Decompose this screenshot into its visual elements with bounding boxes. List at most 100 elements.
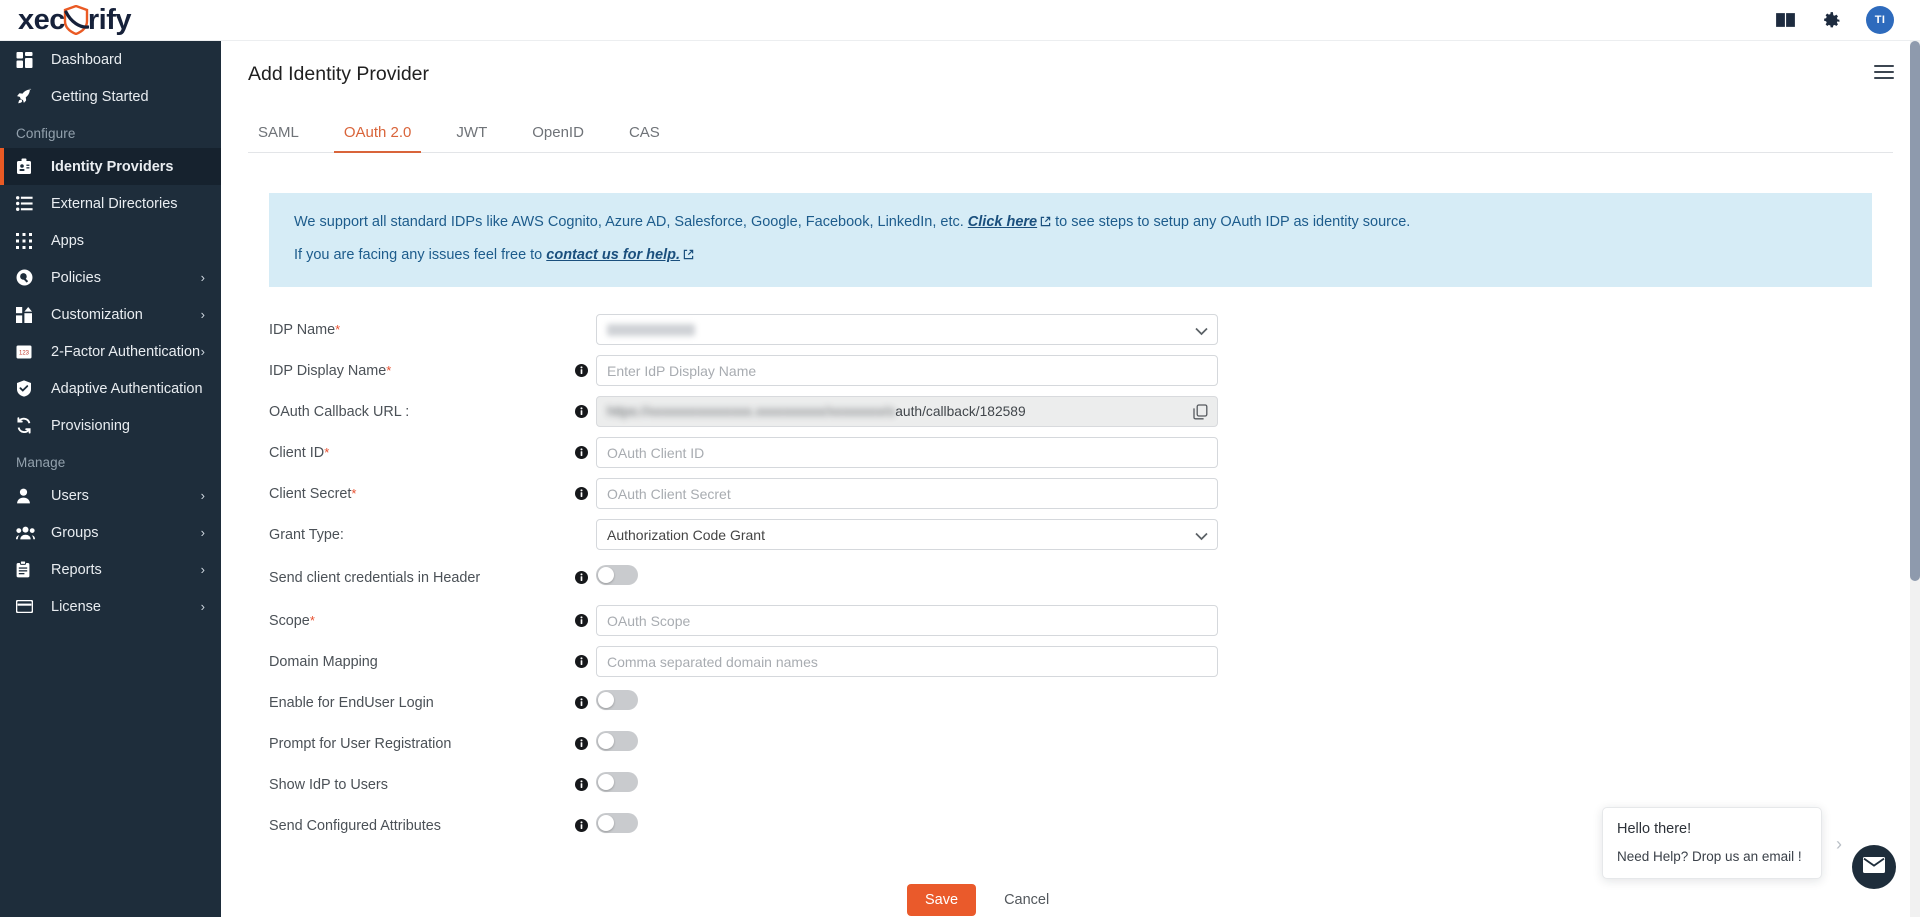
brand-logo[interactable]: xec rify [0, 0, 221, 41]
sidebar-item-label: Getting Started [51, 88, 149, 105]
info-icon[interactable] [566, 364, 596, 378]
sidebar-item-label: Reports [51, 561, 102, 578]
info-icon[interactable] [566, 487, 596, 501]
label-domain-mapping: Domain Mapping [221, 654, 566, 670]
info-icon[interactable] [566, 655, 596, 669]
chevron-right-icon: › [200, 599, 205, 614]
send-client-credentials-toggle[interactable] [596, 565, 638, 586]
sidebar-item-getting-started[interactable]: Getting Started [0, 78, 221, 115]
external-link-icon [683, 249, 694, 260]
info-icon[interactable] [566, 405, 596, 419]
label-text: Client Secret [269, 485, 352, 502]
card-icon [16, 598, 38, 616]
chevron-right-icon: › [200, 488, 205, 503]
save-button[interactable]: Save [907, 884, 977, 917]
tab-saml[interactable]: SAML [248, 124, 309, 152]
label-text: Send Configured Attributes [269, 817, 441, 834]
chevron-right-icon: › [200, 270, 205, 285]
sidebar-item-identity-providers[interactable]: Identity Providers [0, 148, 221, 185]
required-marker: * [309, 612, 315, 628]
chat-greeting-text: Hello there! [1617, 821, 1692, 837]
control-domain-mapping [596, 646, 1218, 678]
sidebar-item-license[interactable]: License › [0, 588, 221, 625]
send-configured-attributes-toggle[interactable] [596, 813, 638, 834]
numpad-icon: 123 [16, 343, 38, 361]
field-row-domain-mapping: Domain Mapping [221, 641, 1920, 682]
page-header: Add Identity Provider [221, 41, 1920, 107]
client-secret-input[interactable] [596, 478, 1218, 510]
top-bar: xec rify TI [0, 0, 1920, 41]
field-row-enable-enduser-login: Enable for EndUser Login [221, 682, 1920, 723]
id-badge-icon [16, 158, 38, 176]
avatar[interactable]: TI [1866, 6, 1894, 34]
tab-cas[interactable]: CAS [619, 124, 670, 152]
info-icon[interactable] [566, 446, 596, 460]
shield-check-icon [16, 380, 38, 398]
field-row-callback-url: OAuth Callback URL : https://xxxxxxxxxxx… [221, 391, 1920, 432]
show-idp-to-users-toggle[interactable] [596, 772, 638, 793]
client-id-input[interactable] [596, 437, 1218, 469]
sidebar-item-provisioning[interactable]: Provisioning [0, 407, 221, 444]
info-icon[interactable] [566, 819, 596, 833]
sidebar-item-2fa[interactable]: 123 2-Factor Authentication › [0, 333, 221, 370]
sidebar-item-policies[interactable]: Policies › [0, 259, 221, 296]
info-icon[interactable] [566, 571, 596, 585]
top-bar-actions: TI [1774, 6, 1920, 34]
copy-icon[interactable] [1193, 404, 1208, 425]
sidebar-item-label: External Directories [51, 195, 178, 212]
control-show-idp-to-users [596, 772, 1218, 797]
field-row-send-client-credentials: Send client credentials in Header [221, 555, 1920, 600]
enable-enduser-login-toggle[interactable] [596, 690, 638, 711]
prompt-user-registration-toggle[interactable] [596, 731, 638, 752]
sidebar-item-dashboard[interactable]: Dashboard [0, 41, 221, 78]
chat-greeting-bubble[interactable]: Hello there! Need Help? Drop us an email… [1602, 807, 1822, 879]
field-row-show-idp-to-users: Show IdP to Users [221, 764, 1920, 805]
info-icon[interactable] [566, 778, 596, 792]
banner-line-1-before: We support all standard IDPs like AWS Co… [294, 214, 964, 230]
shield-logo-icon [63, 5, 89, 35]
idp-display-name-input[interactable] [596, 355, 1218, 387]
label-idp-display-name: IDP Display Name* [221, 363, 566, 379]
sidebar-item-customization[interactable]: Customization › [0, 296, 221, 333]
label-client-id: Client ID* [221, 445, 566, 461]
page-scrollbar[interactable] [1910, 41, 1920, 917]
field-row-grant-type: Grant Type: Authorization Code Grant [221, 514, 1920, 555]
label-text: Show IdP to Users [269, 776, 388, 793]
cancel-button[interactable]: Cancel [998, 891, 1055, 909]
domain-mapping-input[interactable] [596, 646, 1218, 678]
scope-input[interactable] [596, 605, 1218, 637]
control-send-client-credentials [596, 565, 1218, 590]
label-text: IDP Display Name [269, 362, 387, 379]
sidebar-item-label: Identity Providers [51, 158, 174, 175]
sidebar-item-users[interactable]: Users › [0, 477, 221, 514]
callback-url-readonly[interactable]: https://xxxxxxxxxxxxxxx.xxxxxxxxxx/xxxxx… [596, 396, 1218, 428]
field-row-client-secret: Client Secret* [221, 473, 1920, 514]
info-banner: We support all standard IDPs like AWS Co… [269, 193, 1872, 288]
idp-name-select[interactable] [596, 314, 1218, 346]
clipboard-icon [16, 561, 38, 579]
sidebar-item-label: License [51, 598, 101, 615]
sidebar-item-apps[interactable]: Apps [0, 222, 221, 259]
sidebar-item-external-directories[interactable]: External Directories [0, 185, 221, 222]
book-icon[interactable] [1774, 8, 1798, 32]
external-link-icon [1040, 216, 1051, 227]
tab-openid[interactable]: OpenID [522, 124, 594, 152]
gear-icon[interactable] [1820, 8, 1844, 32]
info-icon[interactable] [566, 737, 596, 751]
tab-jwt[interactable]: JWT [446, 124, 497, 152]
chevron-right-icon: › [200, 307, 205, 322]
sync-icon [16, 417, 38, 435]
grant-type-select[interactable]: Authorization Code Grant [596, 519, 1218, 551]
tab-oauth-2-0[interactable]: OAuth 2.0 [333, 124, 422, 153]
chat-email-button[interactable] [1852, 845, 1896, 889]
scrollbar-thumb[interactable] [1910, 41, 1920, 581]
info-icon[interactable] [566, 614, 596, 628]
info-icon[interactable] [566, 696, 596, 710]
sidebar-item-adaptive-authentication[interactable]: Adaptive Authentication [0, 370, 221, 407]
click-here-link[interactable]: Click here [968, 214, 1037, 230]
hamburger-icon[interactable] [1874, 65, 1894, 79]
contact-us-link[interactable]: contact us for help. [546, 247, 680, 263]
sidebar-item-groups[interactable]: Groups › [0, 514, 221, 551]
sidebar-item-label: Groups [51, 524, 99, 541]
sidebar-item-reports[interactable]: Reports › [0, 551, 221, 588]
